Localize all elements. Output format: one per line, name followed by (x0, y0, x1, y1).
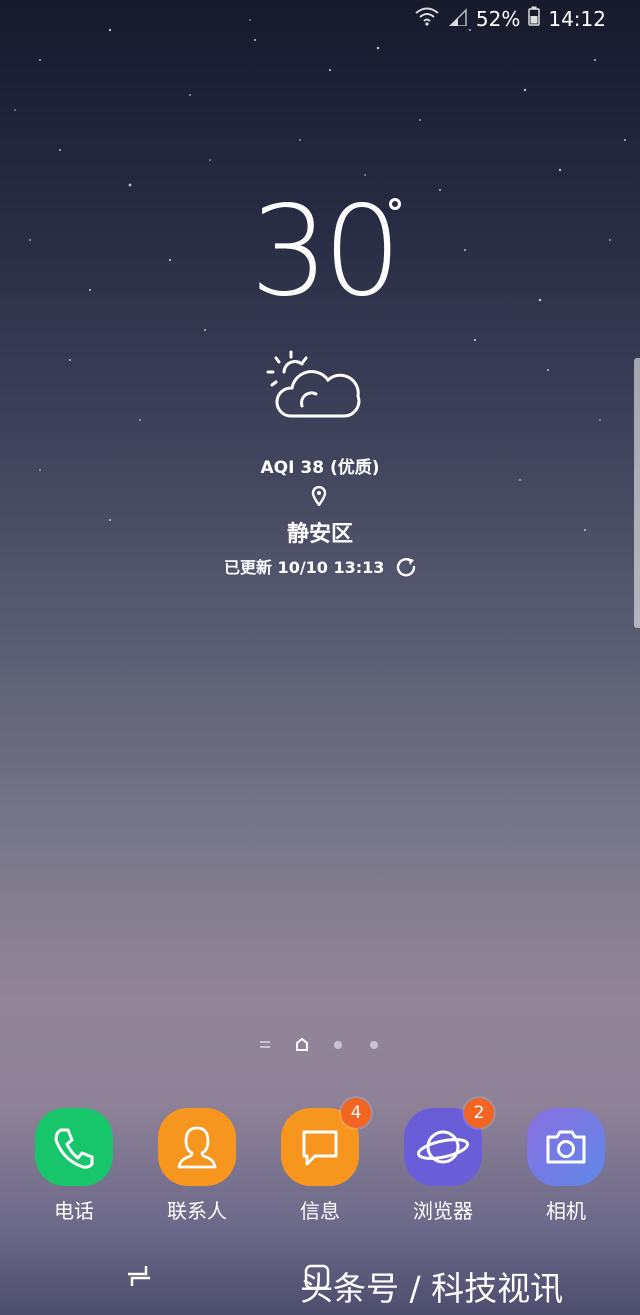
app-label: 联系人 (167, 1199, 227, 1223)
navigation-bar: 头条号 / 科技视讯 (0, 1240, 640, 1315)
home-page-indicator-icon[interactable] (295, 1037, 309, 1051)
wifi-icon (414, 6, 440, 31)
notification-badge: 2 (464, 1098, 494, 1128)
app-camera[interactable]: 相机 (516, 1108, 616, 1224)
app-label: 信息 (300, 1199, 340, 1223)
clock: 14:12 (548, 6, 606, 31)
app-label: 浏览器 (413, 1199, 473, 1223)
status-bar: 52% 14:12 (0, 0, 640, 38)
watermark: 头条号 / 科技视讯 (300, 1269, 564, 1308)
app-dock: 电话 联系人 4 信息 2 浏览器 相机 (0, 1098, 640, 1228)
temperature: 30 (250, 180, 402, 324)
weather-widget[interactable]: 30 AQI 38 (优质) 静安区 已更新 10/10 13:13 (0, 180, 640, 577)
updated-label: 已更新 10/10 13:13 (223, 558, 385, 577)
phone-icon[interactable] (35, 1108, 113, 1186)
location-name: 静安区 (286, 522, 353, 547)
page-dot[interactable] (333, 1040, 343, 1050)
browser-icon[interactable]: 2 (404, 1098, 494, 1186)
battery-percent: 52% (475, 6, 521, 31)
signal-icon (448, 7, 468, 31)
app-messages[interactable]: 4 信息 (270, 1098, 371, 1224)
app-label: 电话 (54, 1199, 94, 1223)
app-contacts[interactable]: 联系人 (147, 1108, 247, 1224)
page-indicator (0, 1037, 640, 1053)
camera-icon[interactable] (527, 1108, 605, 1186)
degree-symbol (389, 198, 401, 210)
app-phone[interactable]: 电话 (24, 1108, 124, 1224)
briefing-page-icon[interactable] (259, 1040, 271, 1050)
app-label: 相机 (546, 1199, 586, 1223)
recent-apps-icon[interactable] (126, 1264, 152, 1288)
starry-wallpaper (14, 19, 626, 531)
updated-time: 已更新 10/10 13:13 (0, 554, 640, 581)
app-browser[interactable]: 2 浏览器 (393, 1098, 494, 1224)
notification-badge: 4 (341, 1098, 371, 1128)
partly-cloudy-icon (262, 350, 362, 426)
edge-panel-handle[interactable] (634, 358, 640, 628)
contacts-icon[interactable] (158, 1108, 236, 1186)
refresh-icon[interactable] (396, 557, 416, 581)
battery-icon (528, 6, 541, 31)
page-dot[interactable] (369, 1040, 379, 1050)
messages-icon[interactable]: 4 (281, 1098, 371, 1186)
aqi-label: AQI 38 (优质) (260, 458, 380, 478)
location-pin-icon (311, 485, 327, 510)
